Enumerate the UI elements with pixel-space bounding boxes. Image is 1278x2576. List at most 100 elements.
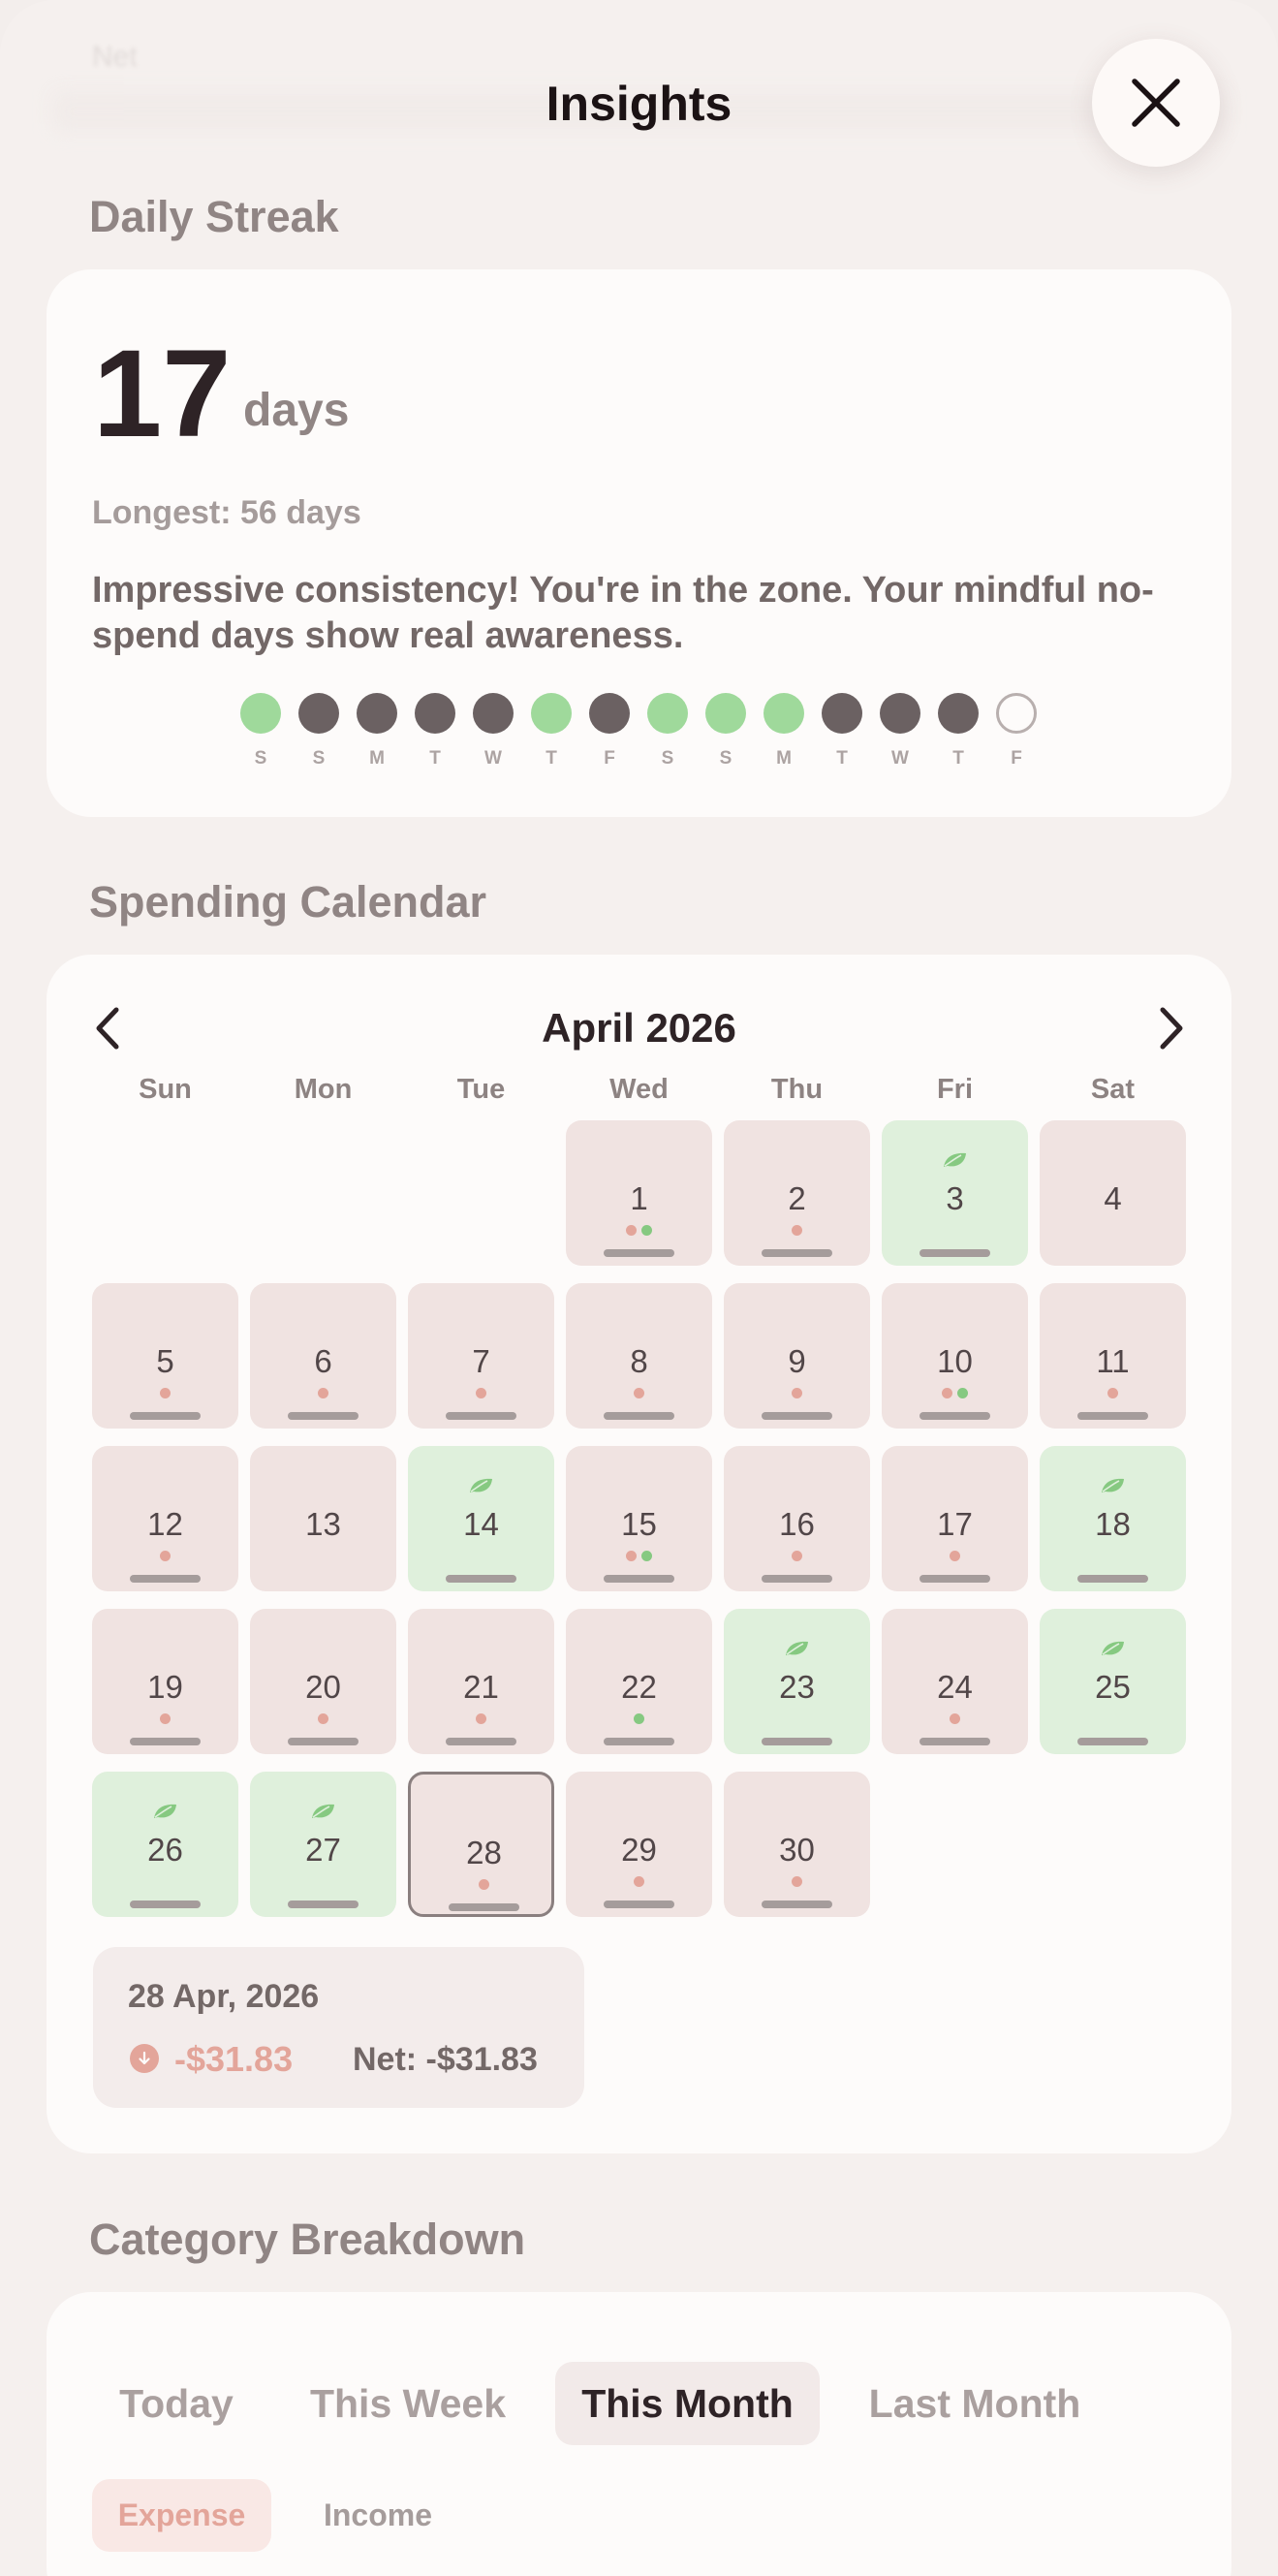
daily-streak-heading: Daily Streak bbox=[89, 192, 339, 241]
calendar-day-13[interactable]: 13 bbox=[250, 1446, 396, 1591]
tab-this-month[interactable]: This Month bbox=[555, 2362, 820, 2445]
day-number: 12 bbox=[147, 1506, 183, 1542]
calendar-day-27[interactable]: 27 bbox=[250, 1772, 396, 1917]
day-spend-bar bbox=[288, 1412, 358, 1420]
streak-dot-no-spend bbox=[531, 693, 572, 734]
day-spend-bar bbox=[288, 1901, 358, 1908]
leaf-icon bbox=[1102, 1641, 1124, 1655]
calendar-day-29[interactable]: 29 bbox=[566, 1772, 712, 1917]
expense-dot bbox=[479, 1879, 489, 1890]
calendar-day-4[interactable]: 4 bbox=[1040, 1120, 1186, 1266]
streak-day-letter: F bbox=[604, 748, 615, 769]
tab-last-month[interactable]: Last Month bbox=[853, 2362, 1097, 2445]
calendar-day-11[interactable]: 11 bbox=[1040, 1283, 1186, 1429]
day-spend-bar bbox=[920, 1249, 990, 1257]
calendar-day-15[interactable]: 15 bbox=[566, 1446, 712, 1591]
expense-dot bbox=[1107, 1388, 1118, 1398]
streak-day-letter: S bbox=[312, 748, 326, 769]
calendar-day-21[interactable]: 21 bbox=[408, 1609, 554, 1754]
chevron-right-icon bbox=[1160, 1007, 1183, 1050]
calendar-day-3[interactable]: 3 bbox=[882, 1120, 1028, 1266]
day-number: 23 bbox=[779, 1669, 815, 1705]
day-number: 29 bbox=[621, 1832, 657, 1868]
calendar-day-20[interactable]: 20 bbox=[250, 1609, 396, 1754]
calendar-day-24[interactable]: 24 bbox=[882, 1609, 1028, 1754]
calendar-day-14[interactable]: 14 bbox=[408, 1446, 554, 1591]
calendar-day-2[interactable]: 2 bbox=[724, 1120, 870, 1266]
day-spend-bar bbox=[604, 1249, 674, 1257]
day-number: 14 bbox=[463, 1506, 499, 1542]
leaf-icon bbox=[1102, 1478, 1124, 1492]
day-number: 13 bbox=[305, 1506, 341, 1542]
next-month-button[interactable] bbox=[1142, 999, 1200, 1057]
selected-date: 28 Apr, 2026 bbox=[128, 1978, 320, 2015]
close-button[interactable] bbox=[1092, 39, 1220, 167]
calendar-day-5[interactable]: 5 bbox=[92, 1283, 238, 1429]
day-number: 5 bbox=[156, 1343, 174, 1379]
calendar-day-9[interactable]: 9 bbox=[724, 1283, 870, 1429]
income-toggle[interactable]: Income bbox=[291, 2479, 465, 2552]
calendar-day-16[interactable]: 16 bbox=[724, 1446, 870, 1591]
expense-dot bbox=[942, 1388, 952, 1398]
calendar-day-26[interactable]: 26 bbox=[92, 1772, 238, 1917]
streak-day-letter: T bbox=[429, 748, 441, 769]
category-breakdown-heading: Category Breakdown bbox=[89, 2215, 526, 2264]
calendar-day-19[interactable]: 19 bbox=[92, 1609, 238, 1754]
expense-dot bbox=[634, 1388, 644, 1398]
tab-today[interactable]: Today bbox=[100, 2362, 253, 2445]
day-spend-bar bbox=[762, 1412, 832, 1420]
expense-dot bbox=[160, 1713, 171, 1724]
calendar-day-25[interactable]: 25 bbox=[1040, 1609, 1186, 1754]
expense-dot bbox=[950, 1713, 960, 1724]
day-spend-bar bbox=[604, 1412, 674, 1420]
streak-day-letter: T bbox=[545, 748, 557, 769]
calendar-day-6[interactable]: 6 bbox=[250, 1283, 396, 1429]
calendar-day-18[interactable]: 18 bbox=[1040, 1446, 1186, 1591]
streak-day-letter: M bbox=[369, 748, 385, 769]
expense-dot bbox=[792, 1551, 802, 1561]
day-number: 10 bbox=[937, 1343, 973, 1379]
day-spend-bar bbox=[449, 1903, 519, 1911]
streak-dot-spent bbox=[415, 693, 455, 734]
streak-dot-spent bbox=[357, 693, 397, 734]
income-dot bbox=[634, 1713, 644, 1724]
calendar-day-12[interactable]: 12 bbox=[92, 1446, 238, 1591]
day-number: 4 bbox=[1104, 1180, 1122, 1216]
streak-message: Impressive consistency! You're in the zo… bbox=[92, 570, 1154, 656]
calendar-day-28[interactable]: 28 bbox=[408, 1772, 554, 1917]
expense-toggle[interactable]: Expense bbox=[92, 2479, 271, 2552]
calendar-day-10[interactable]: 10 bbox=[882, 1283, 1028, 1429]
expense-dot bbox=[626, 1225, 637, 1236]
day-number: 27 bbox=[305, 1832, 341, 1868]
tab-this-week[interactable]: This Week bbox=[291, 2362, 525, 2445]
calendar-day-1[interactable]: 1 bbox=[566, 1120, 712, 1266]
insights-sheet: Net Insights Daily Streak 17 days Longes… bbox=[0, 0, 1278, 2576]
calendar-day-8[interactable]: 8 bbox=[566, 1283, 712, 1429]
day-spend-bar bbox=[920, 1575, 990, 1583]
income-dot bbox=[641, 1551, 652, 1561]
streak-day-letter: W bbox=[484, 748, 502, 769]
day-number: 30 bbox=[779, 1832, 815, 1868]
streak-day-letter: S bbox=[719, 748, 733, 769]
day-number: 16 bbox=[779, 1506, 815, 1542]
streak-day-letter: S bbox=[661, 748, 674, 769]
leaf-icon bbox=[312, 1804, 334, 1818]
day-number: 21 bbox=[463, 1669, 499, 1705]
streak-dot-spent bbox=[938, 693, 979, 734]
page-title: Insights bbox=[545, 77, 733, 131]
calendar-day-17[interactable]: 17 bbox=[882, 1446, 1028, 1591]
header: Net Insights bbox=[0, 0, 1278, 199]
day-spend-bar bbox=[130, 1575, 201, 1583]
expense-dot bbox=[950, 1551, 960, 1561]
expense-dot bbox=[792, 1876, 802, 1887]
day-number: 9 bbox=[788, 1343, 806, 1379]
calendar-day-30[interactable]: 30 bbox=[724, 1772, 870, 1917]
background-net-label: Net bbox=[92, 41, 138, 73]
streak-count: 17 bbox=[93, 325, 232, 463]
calendar-day-22[interactable]: 22 bbox=[566, 1609, 712, 1754]
streak-day-letter: T bbox=[952, 748, 964, 769]
calendar-card: April 2026 28 Apr, 2026 -$31.83 Net: -$3… bbox=[47, 955, 1231, 2153]
calendar-day-7[interactable]: 7 bbox=[408, 1283, 554, 1429]
leaf-icon bbox=[154, 1804, 176, 1818]
calendar-day-23[interactable]: 23 bbox=[724, 1609, 870, 1754]
